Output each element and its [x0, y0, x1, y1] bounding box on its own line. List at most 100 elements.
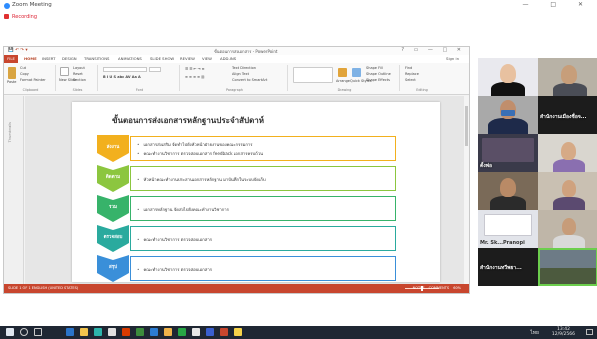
participant-tile[interactable]	[538, 210, 597, 248]
search-icon[interactable]	[20, 328, 28, 336]
vertical-scrollbar[interactable]	[464, 96, 469, 284]
participant-body	[553, 83, 587, 96]
edge-icon[interactable]	[66, 328, 74, 336]
format-painter-button[interactable]: Format Painter	[20, 78, 46, 82]
chrome-icon[interactable]	[206, 328, 214, 336]
participant-body	[491, 82, 525, 96]
step-box: คณะทำงานวิชาการ ตรวจสอบเอกสาร	[130, 256, 396, 281]
slide-canvas[interactable]: ขั้นตอนการส่งเอกสารหลักฐานประจำสัปดาห์ ส…	[25, 96, 469, 284]
paste-button[interactable]: Paste	[7, 80, 16, 84]
align-buttons[interactable]: ≡ ≡ ≡ ≡ ▥	[185, 75, 205, 79]
participant-tile[interactable]	[538, 172, 597, 210]
zoom-percent[interactable]: 60%	[453, 286, 461, 290]
participant-name: สำนักงานทวีพยา...	[480, 265, 522, 271]
sign-in-link[interactable]: Sign in	[446, 56, 459, 61]
participant-tile[interactable]	[538, 134, 597, 172]
process-step[interactable]: ส่งงาน เอกสารส่งเสริม จัดทำไปยังหัวหน้าฝ…	[97, 135, 397, 162]
section-button[interactable]: Section	[73, 78, 86, 82]
shape-outline-button[interactable]: Shape Outline	[366, 72, 391, 76]
ppt-window-controls[interactable]: ? ▭ — □ ✕	[401, 47, 465, 53]
align-text-button[interactable]: Align Text	[232, 72, 249, 76]
participant-tile[interactable]: สำนักงานทวีพยา...	[478, 248, 538, 286]
office-icon[interactable]	[122, 328, 130, 336]
start-icon[interactable]	[6, 328, 14, 336]
participant-name: ตั้งพ่อ	[480, 163, 492, 169]
convert-smartart-button[interactable]: Convert to SmartArt	[232, 78, 267, 82]
participant-tile[interactable]	[538, 58, 597, 96]
process-step[interactable]: ติดตาม หัวหน้าคณะทำงานประสานเอกสารหลักฐา…	[97, 165, 397, 192]
tab-transitions[interactable]: TRANSITIONS	[84, 56, 109, 61]
ppt-document-title: ขั้นตอนการส่งเอกสาร - PowerPoint	[214, 49, 278, 54]
tab-add-ins[interactable]: ADD-INS	[220, 56, 236, 61]
powerpoint-icon[interactable]	[220, 328, 228, 336]
task-view-icon[interactable]	[34, 328, 42, 336]
store-icon[interactable]	[108, 328, 116, 336]
window-controls[interactable]: — □ ✕	[522, 1, 593, 8]
scroll-thumb[interactable]	[465, 106, 468, 146]
slide-title: ขั้นตอนการส่งเอกสารหลักฐานประจำสัปดาห์	[112, 116, 265, 125]
replace-button[interactable]: Replace	[405, 72, 419, 76]
file-explorer-icon[interactable]	[80, 328, 88, 336]
participant-tile[interactable]: ตั้งพ่อ	[478, 134, 538, 172]
reset-button[interactable]: Reset	[73, 72, 83, 76]
layout-button[interactable]: Layout	[73, 66, 85, 70]
participant-face	[562, 180, 576, 197]
process-step[interactable]: สรุป คณะทำงานวิชาการ ตรวจสอบเอกสาร	[97, 255, 397, 282]
arrange-button[interactable]: Arrange	[336, 79, 350, 83]
app-icon[interactable]	[94, 328, 102, 336]
slide[interactable]: ขั้นตอนการส่งเอกสารหลักฐานประจำสัปดาห์ ส…	[72, 102, 440, 282]
arrange-icon	[338, 68, 347, 77]
participant-tile-active[interactable]	[538, 248, 597, 286]
text-direction-button[interactable]: Text Direction	[232, 66, 256, 70]
face-mask-icon	[501, 110, 515, 116]
clock[interactable]: 13:42 12/9/2566	[552, 327, 575, 337]
process-step[interactable]: รวม เอกสารหลักฐาน จัดส่งไปยังคณะทำงานวิช…	[97, 195, 397, 222]
find-button[interactable]: Find	[405, 66, 412, 70]
participant-tile[interactable]: สำนักงานเมืองชื่อจ...	[538, 96, 597, 134]
placeholder-card	[484, 214, 532, 236]
participant-body	[553, 197, 585, 210]
screen: Zoom Meeting — □ ✕ Recording 💾 ↶ ↷ ▾ ขั้…	[0, 0, 597, 339]
zoom-taskbar-icon[interactable]	[150, 328, 158, 336]
shapes-gallery[interactable]	[293, 67, 333, 83]
notification-icon[interactable]	[586, 329, 593, 335]
tab-review[interactable]: REVIEW	[180, 56, 195, 61]
tab-design[interactable]: DESIGN	[62, 56, 77, 61]
ribbon-home: Paste Cut Copy Format Painter Clipboard …	[4, 63, 469, 95]
line-icon[interactable]	[178, 328, 186, 336]
copy-button[interactable]: Copy	[20, 72, 29, 76]
status-slide-info: SLIDE 1 OF 1 ENGLISH (UNITED STATES)	[8, 286, 79, 290]
cut-button[interactable]: Cut	[20, 66, 26, 70]
excel-icon[interactable]	[136, 328, 144, 336]
tab-home[interactable]: HOME	[24, 56, 37, 61]
zoom-titlebar: Zoom Meeting — □ ✕	[0, 0, 597, 12]
tab-file[interactable]: FILE	[4, 55, 18, 63]
app-icon[interactable]	[164, 328, 172, 336]
thumbnails-pane[interactable]: Thumbnails	[4, 96, 24, 284]
participant-body	[553, 235, 585, 248]
select-button[interactable]: Select	[405, 78, 416, 82]
font-family-select[interactable]	[103, 67, 147, 72]
process-step[interactable]: ตรวจสอบ คณะทำงานวิชาการ ตรวจสอบเอกสาร	[97, 225, 397, 252]
shape-effects-button[interactable]: Shape Effects	[366, 78, 390, 82]
shape-fill-button[interactable]: Shape Fill	[366, 66, 383, 70]
quick-access-toolbar[interactable]: 💾 ↶ ↷ ▾	[8, 48, 28, 53]
recording-indicator[interactable]: Recording	[4, 14, 37, 20]
font-size-select[interactable]	[149, 67, 161, 72]
tab-view[interactable]: VIEW	[202, 56, 212, 61]
list-buttons[interactable]: ☰ ☰ ⇤ ⇥ ≡	[185, 67, 205, 71]
status-notes-comments[interactable]: NOTES COMMENTS	[413, 286, 449, 290]
tab-insert[interactable]: INSERT	[42, 56, 55, 61]
app-icon[interactable]	[192, 328, 200, 336]
participant-tile[interactable]: Mr. Sk...Pranopi	[478, 210, 538, 248]
participant-tile[interactable]	[478, 58, 538, 96]
participant-tile[interactable]	[478, 96, 538, 134]
new-slide-icon	[60, 67, 69, 76]
input-language[interactable]: ไทย	[530, 329, 539, 337]
tab-slide-show[interactable]: SLIDE SHOW	[150, 56, 174, 61]
participant-tile[interactable]	[478, 172, 538, 210]
participant-body	[488, 118, 528, 134]
font-format-buttons[interactable]: B I U S abc AV Aa A	[103, 75, 141, 79]
tab-animations[interactable]: ANIMATIONS	[118, 56, 142, 61]
app-icon[interactable]	[234, 328, 242, 336]
